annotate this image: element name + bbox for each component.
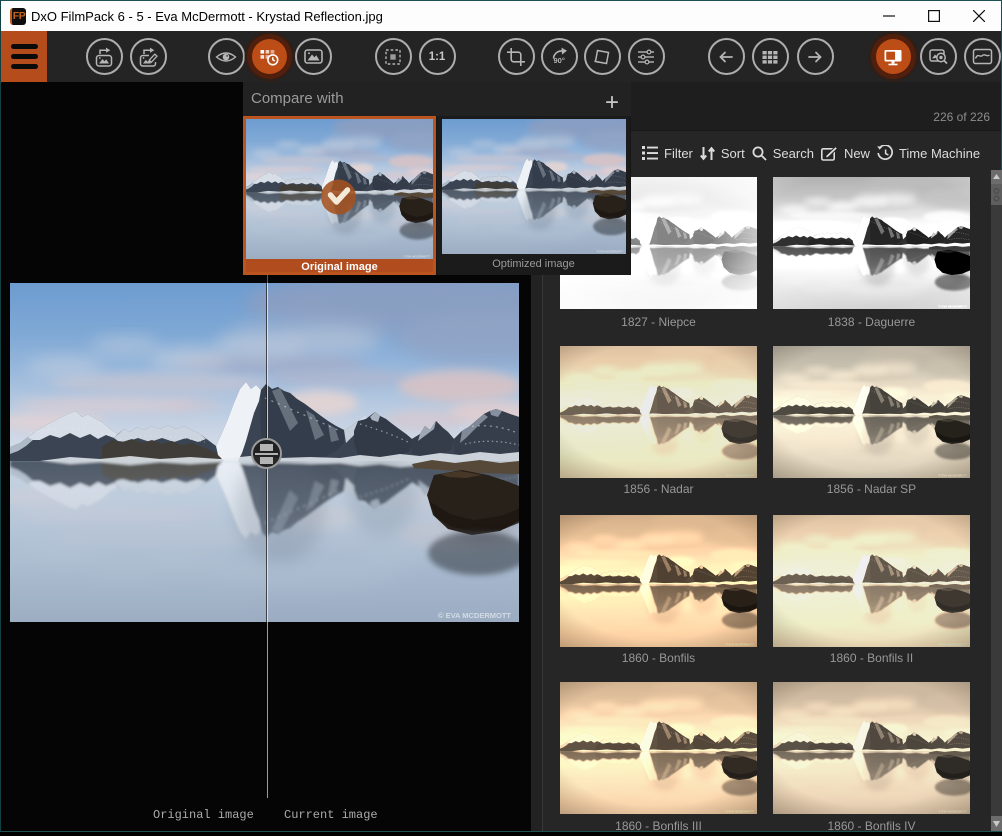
svg-text:90°: 90°	[554, 55, 565, 64]
